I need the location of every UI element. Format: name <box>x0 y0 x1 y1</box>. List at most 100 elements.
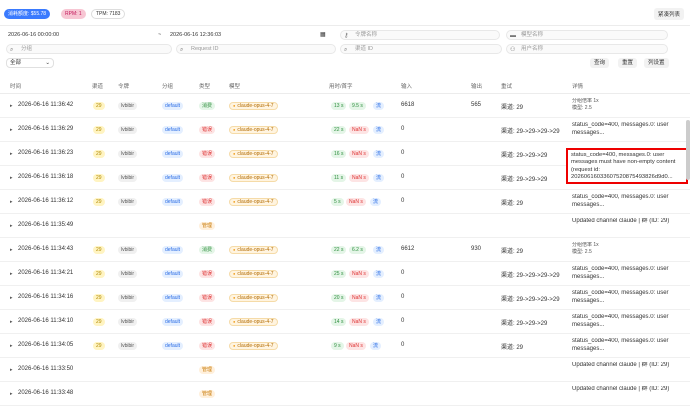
duration-badge: 20 s <box>331 294 347 302</box>
stream-badge: 流 <box>373 270 385 278</box>
channel-badge: 29 <box>93 102 105 110</box>
expand-caret-icon[interactable]: ▸ <box>10 343 13 349</box>
table-row[interactable]: ▸ 2026-06-16 11:35:49 管理 Updated channel cl… <box>0 214 690 238</box>
row-detail[interactable]: status_code=400, messages.0: user messag… <box>572 194 688 209</box>
table-row[interactable]: ▸ 2026-06-16 11:36:12 29 lvbibir default 错误 cl… <box>0 190 690 214</box>
input-tokens: 0 <box>401 318 405 324</box>
search-icon: ⌕ <box>344 47 348 53</box>
duration-badge: 22 s <box>331 246 347 254</box>
model-badge[interactable]: claude-opus-4-7 <box>229 270 278 278</box>
expand-caret-icon[interactable]: ▸ <box>10 271 13 277</box>
expand-caret-icon[interactable]: ▸ <box>10 151 13 157</box>
type-badge: 错误 <box>199 174 216 182</box>
stream-badge: 流 <box>373 174 385 182</box>
expand-caret-icon[interactable]: ▸ <box>10 199 13 205</box>
group-input[interactable]: ⌕ 分组 <box>6 44 172 54</box>
retry-path: 渠道: 29->29->29 <box>501 321 548 327</box>
channel-id-input[interactable]: ⌕ 渠道 ID <box>340 44 502 54</box>
token-name-input[interactable]: ⚷ 令牌名称 <box>340 30 500 40</box>
row-detail[interactable]: status_code=400, messages.0: user messag… <box>572 122 688 137</box>
table-row[interactable]: ▸ 2026-06-16 11:34:43 29 lvbibir default 消费 cl… <box>0 238 690 262</box>
table-row[interactable]: ▸ 2026-06-16 11:33:48 管理 Updated channel cl… <box>0 382 690 406</box>
duration-badge: 5 s <box>331 198 344 206</box>
model-badge[interactable]: claude-opus-4-7 <box>229 294 278 302</box>
input-tokens: 6612 <box>401 246 415 252</box>
stream-badge: 流 <box>373 126 385 134</box>
compact-list-button[interactable]: 紧凑列表 <box>653 8 684 20</box>
row-detail[interactable]: Updated channel claude | 群 (ID: 29) <box>572 386 688 394</box>
table-row[interactable]: ▸ 2026-06-16 11:36:42 29 lvbibir default 消费 cl… <box>0 94 690 118</box>
model-badge[interactable]: claude-opus-4-7 <box>229 342 278 350</box>
channel-badge: 29 <box>93 174 105 182</box>
expand-caret-icon[interactable]: ▸ <box>10 247 13 253</box>
column-settings-button[interactable]: 列设置 <box>644 58 669 68</box>
rpm-chip: RPM: 1 <box>61 9 86 19</box>
channel-badge: 29 <box>93 246 105 254</box>
reset-button[interactable]: 重置 <box>618 58 638 68</box>
model-badge[interactable]: claude-opus-4-7 <box>229 174 278 182</box>
table-row[interactable]: ▸ 2026-06-16 11:34:16 29 lvbibir default 错误 cl… <box>0 286 690 310</box>
scrollbar[interactable] <box>686 120 690 180</box>
type-badge: 消费 <box>199 102 216 110</box>
expand-caret-icon[interactable]: ▸ <box>10 223 13 229</box>
row-detail[interactable]: Updated channel claude | 群 (ID: 29) <box>572 218 688 226</box>
column-header: 分组 <box>162 84 174 90</box>
end-time-input[interactable]: 2026-06-16 12:36:03 <box>170 30 221 40</box>
first-token-badge: NaN s <box>349 294 369 302</box>
table-row[interactable]: ▸ 2026-06-16 11:34:10 29 lvbibir default 错误 cl… <box>0 310 690 334</box>
duration-badge: 25 s <box>331 270 347 278</box>
table-row[interactable]: ▸ 2026-06-16 11:36:29 29 lvbibir default 错误 cl… <box>0 118 690 142</box>
user-name-input[interactable]: ⚇ 用户名称 <box>506 44 668 54</box>
retry-path: 渠道: 29->29->29->29 <box>501 297 560 303</box>
input-tokens: 0 <box>401 150 405 156</box>
input-tokens: 0 <box>401 198 405 204</box>
model-badge[interactable]: claude-opus-4-7 <box>229 126 278 134</box>
row-detail[interactable]: 分组倍率 1x 模型: 2.5 <box>572 242 688 256</box>
first-token-badge: NaN s <box>349 270 369 278</box>
token-badge: lvbibir <box>118 246 138 254</box>
start-time-input[interactable]: 2026-06-16 00:00:00 <box>8 30 59 40</box>
table-row[interactable]: ▸ 2026-06-16 11:33:50 管理 Updated channel cl… <box>0 358 690 382</box>
query-button[interactable]: 查询 <box>590 58 610 68</box>
channel-badge: 29 <box>93 318 105 326</box>
column-header: 渠道 <box>92 84 104 90</box>
table-body: ▸ 2026-06-16 11:36:42 29 lvbibir default 消费 cl… <box>0 94 690 406</box>
expand-caret-icon[interactable]: ▸ <box>10 127 13 133</box>
row-time: 2026-06-16 11:34:16 <box>18 294 74 300</box>
row-detail[interactable]: 分组倍率 1x 模型: 2.5 <box>572 98 688 112</box>
model-badge[interactable]: claude-opus-4-7 <box>229 198 278 206</box>
group-badge: default <box>162 102 184 110</box>
expand-caret-icon[interactable]: ▸ <box>10 175 13 181</box>
model-badge[interactable]: claude-opus-4-7 <box>229 246 278 254</box>
stream-badge: 流 <box>370 198 382 206</box>
row-detail[interactable]: status_code=400, messages.0: user messag… <box>572 290 688 305</box>
model-badge[interactable]: claude-opus-4-7 <box>229 150 278 158</box>
first-token-badge: 9.5 s <box>349 102 366 110</box>
column-header: 重试 <box>501 84 513 90</box>
row-time: 2026-06-16 11:33:48 <box>18 390 74 396</box>
expand-caret-icon[interactable]: ▸ <box>10 295 13 301</box>
row-detail[interactable]: Updated channel claude | 群 (ID: 29) <box>572 362 688 370</box>
token-badge: lvbibir <box>118 126 138 134</box>
token-badge: lvbibir <box>118 318 138 326</box>
stats-bar: 消耗额度: $55.78 RPM: 1 TPM: 7183 紧凑列表 <box>0 0 690 26</box>
type-select[interactable]: 全部 ⌄ <box>6 58 54 68</box>
request-id-input[interactable]: ⌕ Request ID <box>176 44 336 54</box>
range-separator: ~ <box>158 32 162 38</box>
model-badge[interactable]: claude-opus-4-7 <box>229 102 278 110</box>
token-badge: lvbibir <box>118 102 138 110</box>
expand-caret-icon[interactable]: ▸ <box>10 391 13 397</box>
model-badge[interactable]: claude-opus-4-7 <box>229 318 278 326</box>
table-row[interactable]: ▸ 2026-06-16 11:34:21 29 lvbibir default 错误 cl… <box>0 262 690 286</box>
expand-caret-icon[interactable]: ▸ <box>10 367 13 373</box>
table-row[interactable]: ▸ 2026-06-16 11:34:05 29 lvbibir default 错误 cl… <box>0 334 690 358</box>
calendar-icon[interactable]: ▦ <box>320 30 326 40</box>
row-time: 2026-06-16 11:34:21 <box>18 270 74 276</box>
row-detail[interactable]: status_code=400, messages.0: user messag… <box>572 338 688 353</box>
expand-caret-icon[interactable]: ▸ <box>10 319 13 325</box>
first-token-badge: NaN s <box>346 342 366 350</box>
model-name-input[interactable]: ▬ 模型名称 <box>506 30 668 40</box>
row-detail[interactable]: status_code=400, messages.0: user messag… <box>572 314 688 329</box>
row-detail[interactable]: status_code=400, messages.0: user messag… <box>572 266 688 281</box>
expand-caret-icon[interactable]: ▸ <box>10 103 13 109</box>
